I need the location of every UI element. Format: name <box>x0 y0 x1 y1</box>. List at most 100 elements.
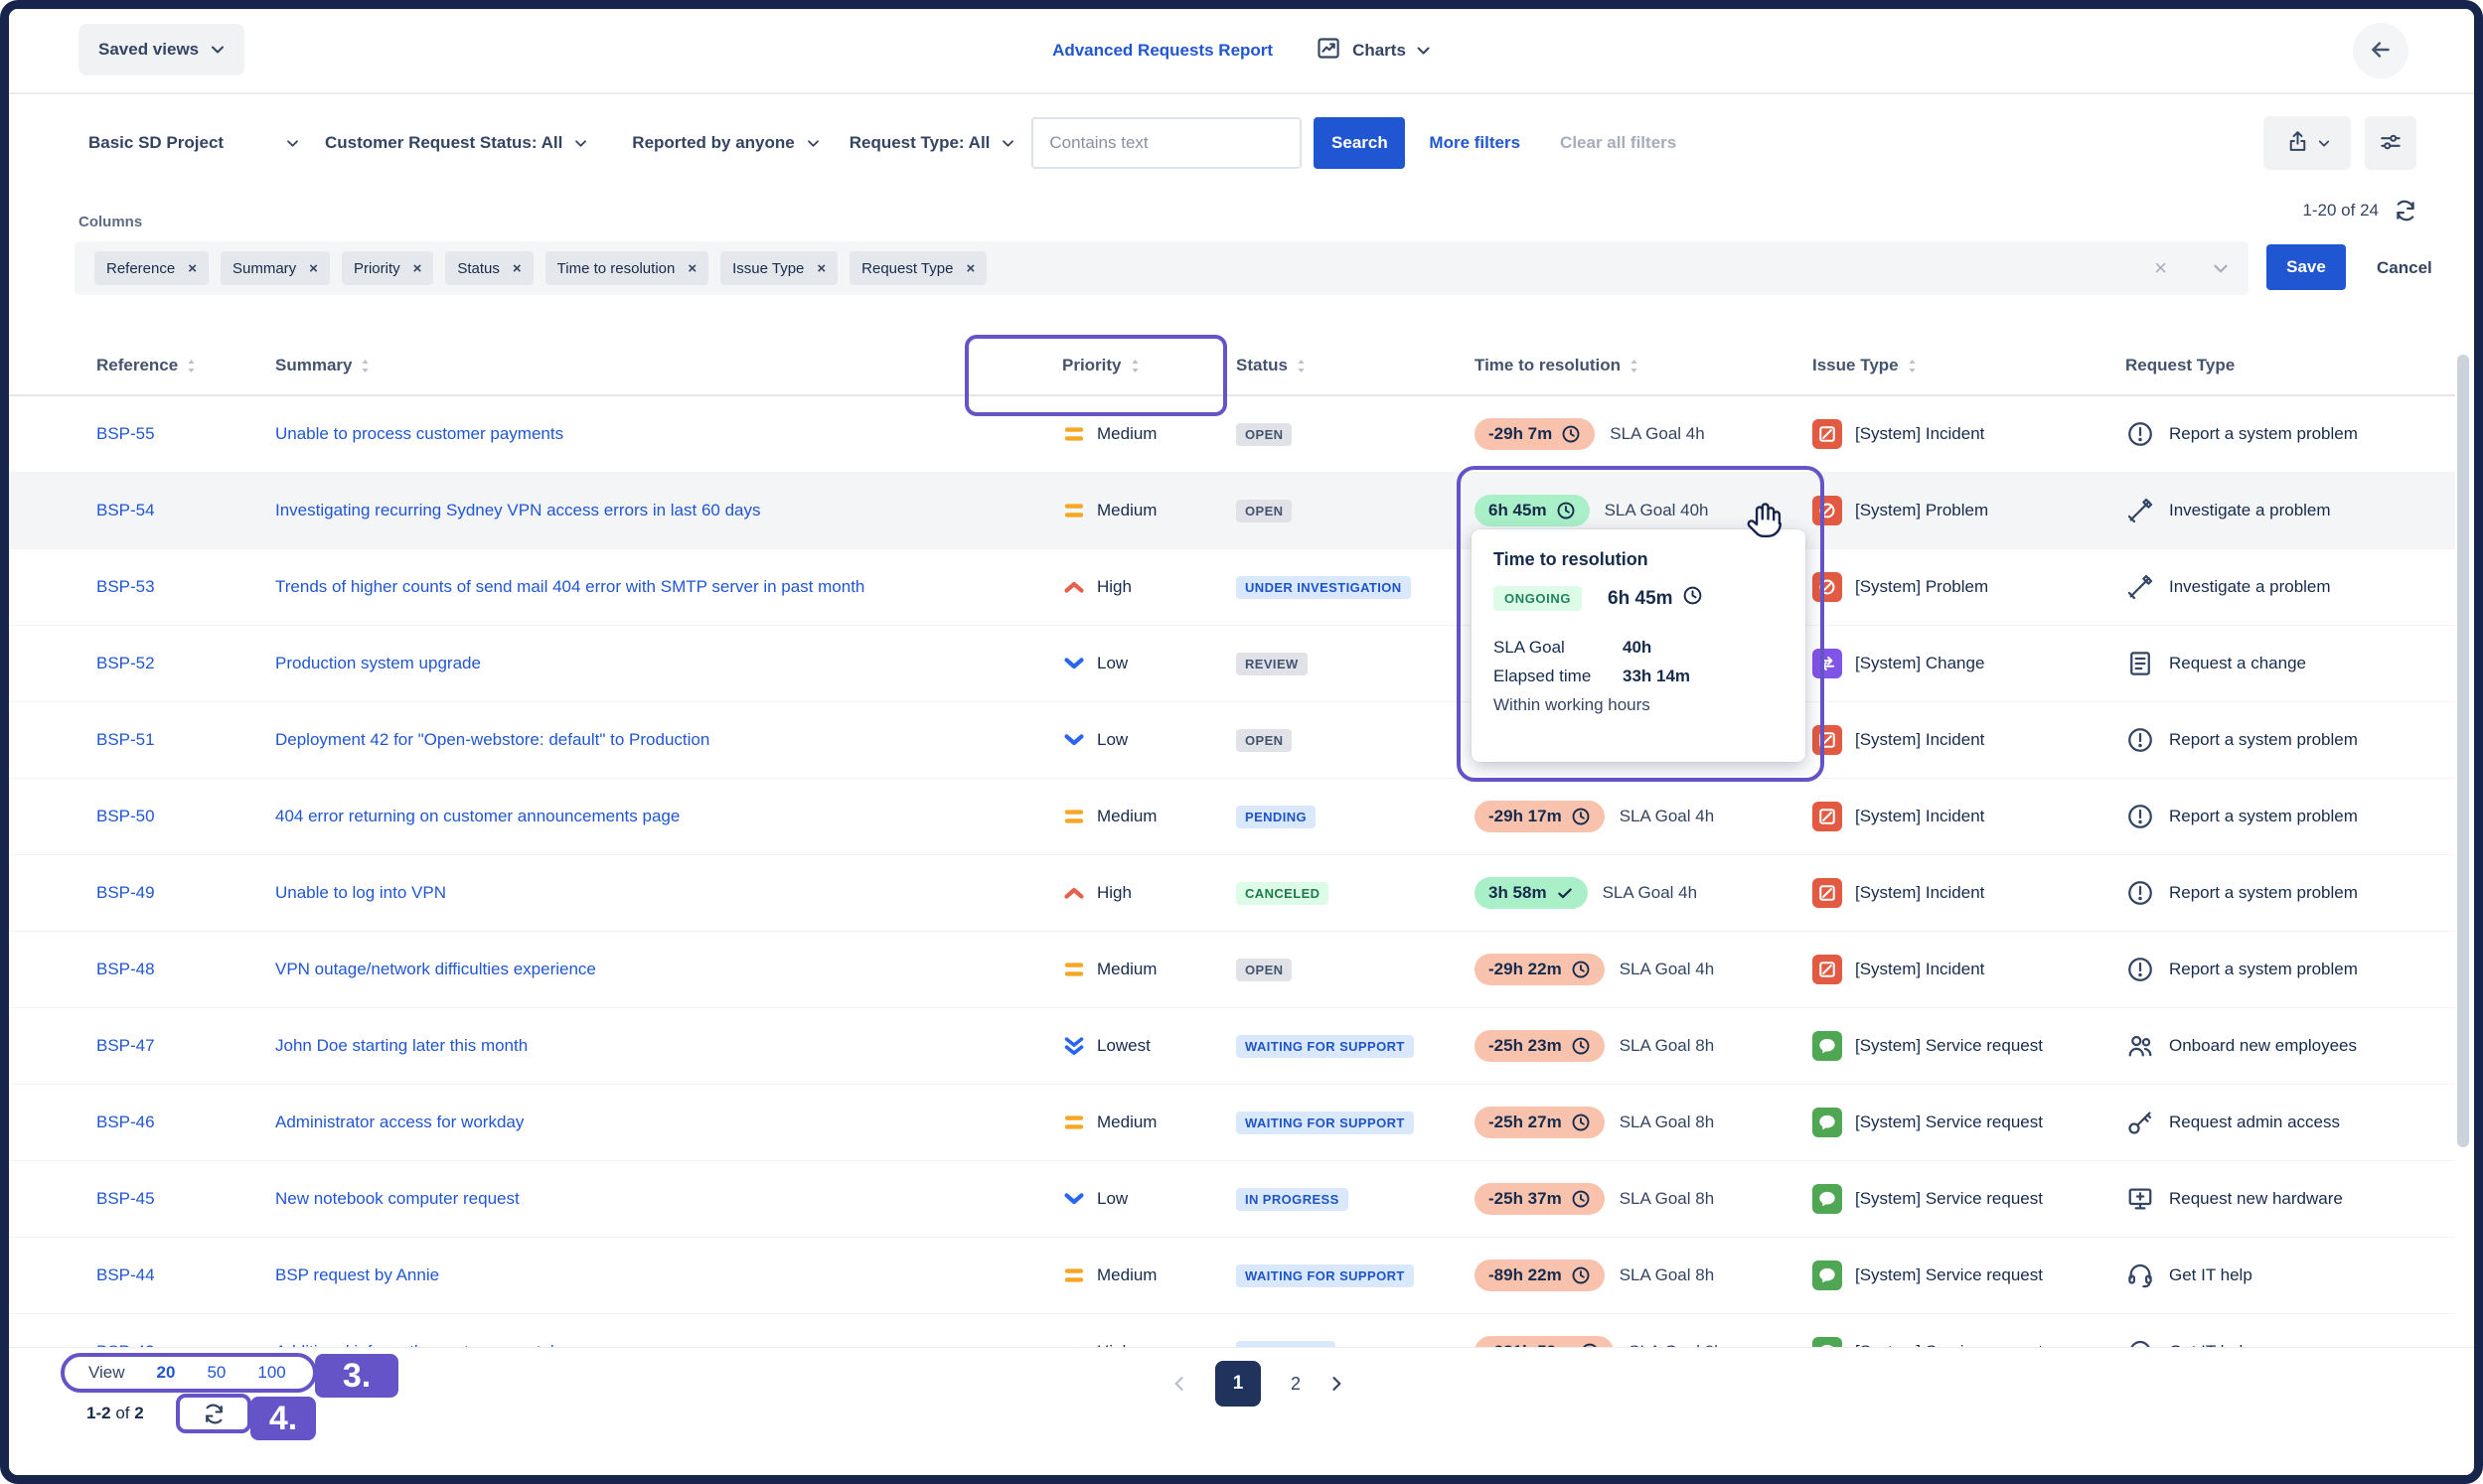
chip-remove-icon[interactable]: × <box>188 260 197 277</box>
sort-icon[interactable] <box>1130 358 1141 374</box>
request-type-filter[interactable]: Request Type: All <box>850 133 1015 153</box>
search-button[interactable]: Search <box>1314 117 1405 169</box>
table-row[interactable]: BSP-53 Trends of higher counts of send ma… <box>9 549 2455 626</box>
issue-summary-link[interactable]: Unable to log into VPN <box>275 883 446 903</box>
issue-summary-link[interactable]: Administrator access for workday <box>275 1113 524 1132</box>
current-page-button[interactable]: 1 <box>1215 1361 1261 1407</box>
sla-time-pill[interactable]: -29h 22m <box>1474 954 1605 985</box>
issue-summary-link[interactable]: Production system upgrade <box>275 654 481 673</box>
chip-remove-icon[interactable]: × <box>966 260 975 277</box>
sla-time-pill[interactable]: -25h 27m <box>1474 1107 1605 1138</box>
chip-remove-icon[interactable]: × <box>688 260 697 277</box>
issue-summary-link[interactable]: Investigating recurring Sydney VPN acces… <box>275 501 761 520</box>
export-button[interactable] <box>2263 116 2351 170</box>
issue-summary-link[interactable]: VPN outage/network difficulties experien… <box>275 960 596 979</box>
page-size-option-50[interactable]: 50 <box>207 1363 226 1383</box>
save-button[interactable]: Save <box>2266 244 2346 290</box>
more-filters-link[interactable]: More filters <box>1429 133 1520 153</box>
issue-key-link[interactable]: BSP-54 <box>96 501 155 520</box>
column-chip[interactable]: Priority× <box>342 251 433 285</box>
issue-summary-link[interactable]: BSP request by Annie <box>275 1265 439 1285</box>
column-header-summary[interactable]: Summary <box>275 356 1062 375</box>
issue-summary-link[interactable]: 404 error returning on customer announce… <box>275 807 680 826</box>
sla-time-pill[interactable]: -25h 23m <box>1474 1030 1605 1062</box>
page-button-2[interactable]: 2 <box>1291 1374 1301 1395</box>
issue-key-link[interactable]: BSP-49 <box>96 883 155 903</box>
refresh-icon[interactable] <box>2393 198 2418 223</box>
issue-summary-link[interactable]: Unable to process customer payments <box>275 424 563 444</box>
table-row[interactable]: BSP-55 Unable to process customer payment… <box>9 396 2455 473</box>
contains-text-input[interactable] <box>1031 117 1302 169</box>
table-row[interactable]: BSP-49Unable to log into VPNHighCANCELED… <box>9 855 2455 932</box>
sla-time-pill[interactable]: -25h 37m <box>1474 1183 1605 1215</box>
column-chip[interactable]: Time to resolution× <box>545 251 708 285</box>
table-row[interactable]: BSP-47 John Doe starting later this month… <box>9 1008 2455 1085</box>
sort-icon[interactable] <box>360 358 371 374</box>
issue-key-link[interactable]: BSP-47 <box>96 1036 155 1056</box>
table-row[interactable]: BSP-45New notebook computer requestLowIN… <box>9 1161 2455 1238</box>
chip-remove-icon[interactable]: × <box>309 260 318 277</box>
sort-icon[interactable] <box>1907 358 1918 374</box>
sla-time-pill[interactable]: -89h 22m <box>1474 1260 1605 1291</box>
table-row[interactable]: BSP-51 Deployment 42 for "Open-webstore: … <box>9 702 2455 779</box>
sla-time-pill[interactable]: 3h 58m <box>1474 877 1588 909</box>
column-header-ref[interactable]: Reference <box>9 356 275 375</box>
issue-summary-link[interactable]: Deployment 42 for "Open-webstore: defaul… <box>275 730 709 750</box>
issue-summary-link[interactable]: John Doe starting later this month <box>275 1036 528 1056</box>
advanced-requests-report-link[interactable]: Advanced Requests Report <box>1052 41 1273 61</box>
cancel-button[interactable]: Cancel <box>2371 244 2438 290</box>
column-chip[interactable]: Status× <box>445 251 533 285</box>
clear-all-filters-link[interactable]: Clear all filters <box>1560 133 1676 153</box>
vertical-scrollbar[interactable] <box>2457 355 2469 1147</box>
column-header-status[interactable]: Status <box>1236 356 1474 375</box>
table-row[interactable]: BSP-50 404 error returning on customer an… <box>9 779 2455 855</box>
page-size-option-100[interactable]: 100 <box>257 1363 285 1383</box>
chip-remove-icon[interactable]: × <box>513 260 522 277</box>
table-row[interactable]: BSP-52Production system upgradeLowREVIEW… <box>9 626 2455 702</box>
previous-page-button[interactable] <box>1169 1374 1189 1394</box>
sort-icon[interactable] <box>1629 358 1639 374</box>
charts-menu[interactable]: Charts <box>1315 35 1431 67</box>
column-header-request[interactable]: Request Type <box>2125 356 2455 375</box>
sla-time-pill[interactable]: -29h 7m <box>1474 418 1595 450</box>
column-chip[interactable]: Request Type× <box>850 251 987 285</box>
column-header-time[interactable]: Time to resolution <box>1474 356 1812 375</box>
saved-views-dropdown[interactable]: Saved views <box>78 24 244 75</box>
table-row[interactable]: BSP-46Administrator access for workdayMe… <box>9 1085 2455 1161</box>
chip-remove-icon[interactable]: × <box>817 260 826 277</box>
column-header-priority[interactable]: Priority <box>1062 356 1236 375</box>
issue-key-link[interactable]: BSP-45 <box>96 1189 155 1209</box>
column-chip[interactable]: Summary× <box>221 251 330 285</box>
sla-time-pill[interactable]: 6h 45m <box>1474 495 1590 526</box>
issue-key-link[interactable]: BSP-44 <box>96 1265 155 1285</box>
table-row[interactable]: BSP-48 VPN outage/network difficulties ex… <box>9 932 2455 1008</box>
issue-key-link[interactable]: BSP-53 <box>96 577 155 597</box>
column-chip[interactable]: Issue Type× <box>720 251 838 285</box>
back-button[interactable] <box>2353 23 2408 78</box>
reporter-filter[interactable]: Reported by anyone <box>632 133 819 153</box>
issue-summary-link[interactable]: New notebook computer request <box>275 1189 520 1209</box>
request-status-filter[interactable]: Customer Request Status: All <box>325 133 587 153</box>
refresh-icon[interactable] <box>202 1402 227 1426</box>
issue-key-link[interactable]: BSP-52 <box>96 654 155 673</box>
chip-remove-icon[interactable]: × <box>413 260 422 277</box>
sort-icon[interactable] <box>186 358 197 374</box>
column-header-issue[interactable]: Issue Type <box>1812 356 2125 375</box>
settings-sliders-button[interactable] <box>2365 116 2416 170</box>
project-select[interactable]: Basic SD Project <box>88 133 299 153</box>
issue-summary-link[interactable]: Trends of higher counts of send mail 404… <box>275 577 864 597</box>
issue-key-link[interactable]: BSP-48 <box>96 960 155 979</box>
chevron-down-icon[interactable] <box>2213 263 2229 274</box>
issue-key-link[interactable]: BSP-55 <box>96 424 155 444</box>
column-chip[interactable]: Reference× <box>94 251 209 285</box>
table-row[interactable]: BSP-54 Investigating recurring Sydney VPN… <box>9 473 2455 549</box>
table-row[interactable]: BSP-43Additional info on the customer po… <box>9 1314 2455 1347</box>
issue-key-link[interactable]: BSP-46 <box>96 1113 155 1132</box>
issue-key-link[interactable]: BSP-51 <box>96 730 155 750</box>
sla-time-pill[interactable]: -29h 17m <box>1474 801 1605 832</box>
page-size-option-20[interactable]: 20 <box>157 1363 176 1383</box>
issue-key-link[interactable]: BSP-50 <box>96 807 155 826</box>
table-row[interactable]: BSP-44BSP request by AnnieMediumWAITING … <box>9 1238 2455 1314</box>
clear-selection-icon[interactable]: × <box>2154 255 2167 281</box>
sla-time-pill[interactable]: -281h 59m <box>1474 1336 1614 1347</box>
